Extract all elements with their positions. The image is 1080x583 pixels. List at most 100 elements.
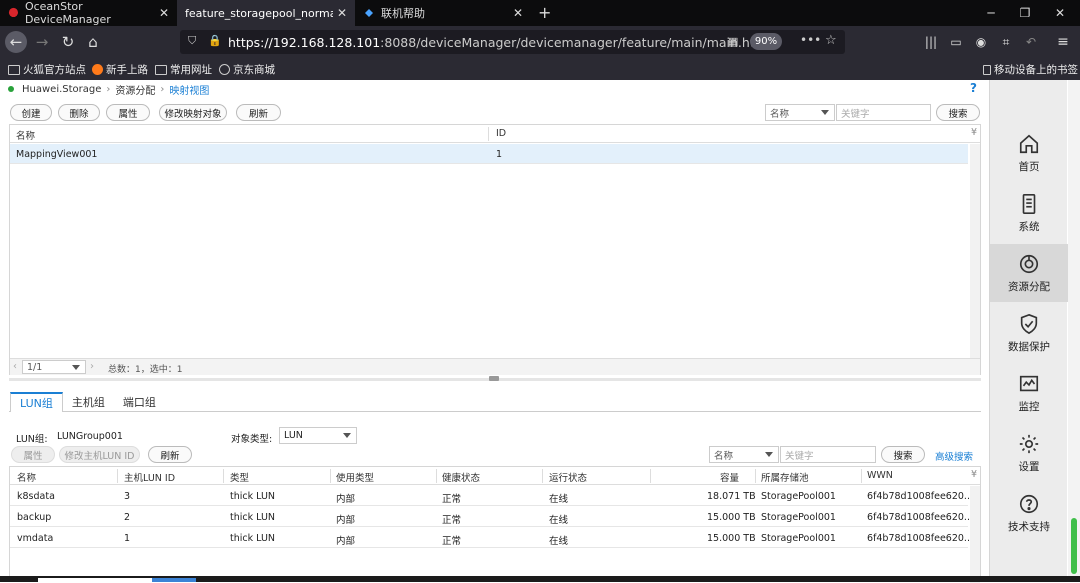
nav-data-protection[interactable]: 数据保护 xyxy=(990,304,1068,362)
close-icon[interactable]: ✕ xyxy=(337,6,347,20)
table-header: 名称 主机LUN ID 类型 使用类型 健康状态 运行状态 容量 所属存储池 W… xyxy=(10,467,980,485)
column-menu-icon[interactable]: ¥ xyxy=(971,127,977,138)
column-header[interactable]: ID xyxy=(496,128,506,139)
column-header[interactable]: 所属存储池 xyxy=(761,470,809,484)
table-row[interactable]: vmdata 1 thick LUN 内部 正常 在线 15.000 TB St… xyxy=(10,528,973,548)
table-row[interactable]: k8sdata 3 thick LUN 内部 正常 在线 18.071 TB S… xyxy=(10,486,973,506)
vertical-scrollbar[interactable] xyxy=(970,486,980,583)
column-header[interactable]: 名称 xyxy=(17,470,36,484)
bookmark-item[interactable]: 火狐官方站点 xyxy=(8,62,86,77)
prev-page-icon[interactable]: ‹ xyxy=(13,361,17,372)
column-header[interactable]: 使用类型 xyxy=(336,470,374,484)
star-icon[interactable]: ☆ xyxy=(825,33,837,48)
mobile-bookmarks[interactable]: 移动设备上的书签 xyxy=(983,62,1078,77)
tab-lun-group[interactable]: LUN组 xyxy=(10,392,63,412)
splitter-handle-icon[interactable] xyxy=(489,376,499,381)
scrollbar-thumb[interactable] xyxy=(1071,518,1077,574)
column-header[interactable]: 类型 xyxy=(230,470,249,484)
url-bar[interactable]: ⛉ 🔒 https://192.168.128.101:8088/deviceM… xyxy=(180,30,845,54)
keyword-input[interactable]: 关键字 xyxy=(836,104,931,121)
tab-oceanstor[interactable]: OceanStor DeviceManager ✕ xyxy=(0,0,177,26)
account-icon[interactable]: ◉ xyxy=(970,31,992,53)
nav-monitor[interactable]: 监控 xyxy=(990,364,1068,422)
mapping-view-table: 名称 ID ¥ MappingView001 1 ‹ 1/1 › 总数：1，选中… xyxy=(9,124,981,375)
forward-icon[interactable]: → xyxy=(31,31,53,53)
column-header[interactable]: 主机LUN ID xyxy=(124,470,175,484)
browser-nav-bar: ← → ↻ ⌂ ⛉ 🔒 https://192.168.128.101:8088… xyxy=(0,26,1080,58)
nav-home[interactable]: 首页 xyxy=(990,124,1068,182)
back-icon[interactable]: ← xyxy=(5,31,27,53)
table-summary: 总数：1，选中：1 xyxy=(108,365,183,375)
page-select[interactable]: 1/1 xyxy=(22,360,86,374)
filter-field-select[interactable]: 名称 xyxy=(765,104,835,121)
lun-keyword-input[interactable]: 关键字 xyxy=(780,446,876,463)
table-row[interactable]: MappingView001 1 xyxy=(10,144,968,164)
nav-settings[interactable]: 设置 xyxy=(990,424,1068,482)
more-icon[interactable]: ••• xyxy=(800,33,821,47)
breadcrumb: Huawei.Storage › 资源分配 › 映射视图 xyxy=(8,82,209,97)
resource-icon xyxy=(1019,254,1039,273)
bookmark-item[interactable]: 京东商城 xyxy=(219,62,275,77)
column-menu-icon[interactable]: ¥ xyxy=(971,469,977,480)
modify-host-lun-id-button[interactable]: 修改主机LUN ID xyxy=(59,446,140,463)
next-page-icon[interactable]: › xyxy=(90,361,94,372)
sidebar-icon[interactable]: ▭ xyxy=(945,31,967,53)
window-close-icon[interactable]: ✕ xyxy=(1043,0,1077,26)
close-icon[interactable]: ✕ xyxy=(159,6,169,20)
nav-support[interactable]: 技术支持 xyxy=(990,484,1068,542)
status-dot xyxy=(8,86,14,92)
tab-port-group[interactable]: 端口组 xyxy=(114,392,165,412)
chevron-down-icon xyxy=(343,433,351,438)
tab-host-group[interactable]: 主机组 xyxy=(63,392,114,412)
nav-resource[interactable]: 资源分配 xyxy=(990,244,1068,302)
bookmark-item[interactable]: 新手上路 xyxy=(92,62,148,77)
lun-filter-select[interactable]: 名称 xyxy=(709,446,779,463)
page-scrollbar[interactable] xyxy=(1068,80,1080,582)
column-header[interactable]: WWN xyxy=(867,470,893,481)
reload-icon[interactable]: ↻ xyxy=(57,31,79,53)
qr-code-icon[interactable]: ▦ xyxy=(728,35,738,48)
column-header[interactable]: 名称 xyxy=(16,128,35,142)
table-row[interactable]: backup 2 thick LUN 内部 正常 在线 15.000 TB St… xyxy=(10,507,973,527)
tab-help[interactable]: 联机帮助 ✕ xyxy=(355,0,531,26)
undo-icon[interactable]: ↶ xyxy=(1020,31,1042,53)
crop-icon[interactable]: ⌗ xyxy=(995,31,1017,53)
breadcrumb-root[interactable]: Huawei.Storage xyxy=(22,84,101,95)
help-icon[interactable]: ? xyxy=(970,81,977,95)
breadcrumb-resource[interactable]: 资源分配 xyxy=(115,82,155,97)
vertical-scrollbar[interactable] xyxy=(970,144,980,358)
column-header[interactable]: 运行状态 xyxy=(549,470,587,484)
create-button[interactable]: 创建 xyxy=(10,104,52,121)
lun-group-value: LUNGroup001 xyxy=(57,431,123,442)
chevron-down-icon xyxy=(72,365,80,370)
zoom-badge[interactable]: 90% xyxy=(750,33,782,50)
object-type-select[interactable]: LUN xyxy=(279,427,357,444)
lock-warning-icon[interactable]: 🔒 xyxy=(208,34,222,47)
library-icon[interactable]: ||| xyxy=(920,31,942,53)
minimize-icon[interactable]: ─ xyxy=(974,0,1008,26)
lower-tabs: LUN组 主机组 端口组 xyxy=(10,392,165,412)
modify-mapping-button[interactable]: 修改映射对象 xyxy=(159,104,227,121)
browser-tab-bar: OceanStor DeviceManager ✕ feature_storag… xyxy=(0,0,1080,26)
bookmark-item[interactable]: 常用网址 xyxy=(155,62,212,77)
new-tab-button[interactable]: + xyxy=(538,3,551,22)
column-header[interactable]: 容量 xyxy=(720,470,739,484)
tab-title: OceanStor DeviceManager xyxy=(24,0,111,26)
lun-table: 名称 主机LUN ID 类型 使用类型 健康状态 运行状态 容量 所属存储池 W… xyxy=(9,466,981,583)
delete-button[interactable]: 删除 xyxy=(58,104,100,121)
help-icon xyxy=(1019,494,1039,513)
lun-search-button[interactable]: 搜索 xyxy=(881,446,925,463)
tab-feature-png[interactable]: feature_storagepool_normal.png ✕ xyxy=(177,0,355,26)
properties-button[interactable]: 属性 xyxy=(106,104,150,121)
lun-refresh-button[interactable]: 刷新 xyxy=(148,446,192,463)
close-icon[interactable]: ✕ xyxy=(513,6,523,20)
home-icon[interactable]: ⌂ xyxy=(82,31,104,53)
advanced-search-link[interactable]: 高级搜索 xyxy=(935,449,973,463)
refresh-button[interactable]: 刷新 xyxy=(236,104,281,121)
lun-properties-button[interactable]: 属性 xyxy=(11,446,55,463)
menu-icon[interactable]: ≡ xyxy=(1052,31,1074,53)
nav-system[interactable]: 系统 xyxy=(990,184,1068,242)
maximize-icon[interactable]: ❐ xyxy=(1008,0,1042,26)
search-button[interactable]: 搜索 xyxy=(936,104,980,121)
column-header[interactable]: 健康状态 xyxy=(442,470,480,484)
